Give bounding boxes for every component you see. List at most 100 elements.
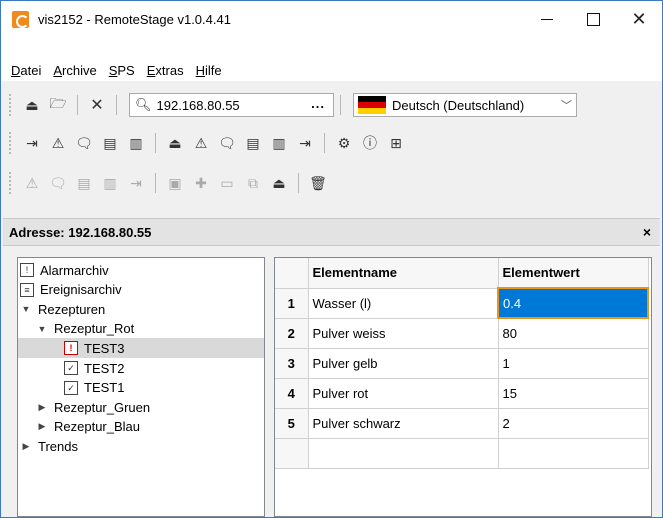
archive-tree: ! Alarmarchiv ≡ Ereignisarchiv ▼ Rezepturen ▼ R… — [17, 257, 265, 517]
tree-item-label: TEST2 — [84, 360, 125, 376]
element-name-cell[interactable]: Pulver rot — [308, 378, 499, 409]
network-icon[interactable]: ⊞ — [385, 132, 407, 154]
tree-item-label: Rezeptur_Rot — [54, 321, 135, 337]
rename-icon[interactable]: ▭ — [216, 172, 238, 194]
collapsed-icon[interactable]: ▶ — [36, 421, 48, 432]
maximize-button[interactable] — [570, 1, 616, 37]
element-value-cell[interactable]: 80 — [498, 318, 649, 349]
export-event-icon[interactable]: 🗨 — [73, 132, 95, 154]
table-row: 3 Pulver gelb 1 — [275, 348, 649, 379]
element-name-cell[interactable]: Pulver gelb — [308, 348, 499, 379]
tree-item-rezeptur-gruen[interactable]: ▶ Rezeptur_Gruen — [18, 397, 151, 417]
export-alarm-icon[interactable]: ⚠ — [47, 132, 69, 154]
tree-item-label: Alarmarchiv — [40, 262, 109, 278]
recipe-error-icon: ! — [64, 341, 78, 356]
panel-close-icon[interactable]: × — [643, 224, 651, 240]
row-number[interactable]: 2 — [275, 318, 309, 349]
row-number[interactable]: 5 — [275, 408, 309, 439]
recipe-disabled-icon[interactable]: ⇥ — [125, 172, 147, 194]
menu-item-hilfe[interactable]: Hilfe — [190, 63, 228, 78]
recipe-icon: ✓ — [64, 380, 78, 395]
copy-icon[interactable]: ⧉ — [242, 172, 264, 194]
tree-item-trends[interactable]: ▶ Trends — [18, 436, 78, 456]
export-recipe-icon[interactable]: ⇥ — [21, 132, 43, 154]
toolbar-address: ⏏ 🗁 ✕ 🔍︎ 192.168.80.55 ... Deutsch (Deut… — [1, 90, 662, 120]
expanded-icon[interactable]: ▼ — [36, 324, 48, 334]
toolbar-edit: ⚠ 🗨 ▤ ▥ ⇥ ▣ ✚ ▭ ⧉ ⏏ 🗑 — [1, 168, 662, 198]
collapsed-icon[interactable]: ▶ — [36, 402, 48, 413]
empty-cell[interactable] — [498, 438, 649, 469]
element-name-cell[interactable]: Pulver schwarz — [308, 408, 499, 439]
table-row: 2 Pulver weiss 80 — [275, 318, 649, 349]
collapsed-icon[interactable]: ▶ — [20, 441, 32, 452]
tree-item-test1[interactable]: ✓ TEST1 — [18, 378, 124, 398]
tree-item-label: TEST3 — [84, 340, 125, 356]
element-grid: Elementname Elementwert 1 Wasser (l) 0.4 2 Pul… — [274, 257, 652, 517]
info-icon[interactable]: ⓘ — [359, 132, 381, 154]
tree-item-rezepturen[interactable]: ▼ Rezepturen — [18, 299, 106, 319]
recipe-icon: ✓ — [64, 361, 78, 375]
column-header-elementname[interactable]: Elementname — [308, 258, 499, 289]
chevron-down-icon: ﹀ — [557, 97, 572, 113]
alarm-icon: ! — [20, 263, 34, 277]
menu-bar: Datei Archive SPS Extras Hilfe — [1, 59, 662, 81]
row-number[interactable]: 3 — [275, 348, 309, 379]
menu-item-archive[interactable]: Archive — [47, 63, 102, 78]
element-name-cell[interactable]: Wasser (l) — [308, 288, 499, 319]
language-select[interactable]: Deutsch (Deutschland) ﹀ — [353, 93, 577, 117]
tree-item-ereignisarchiv[interactable]: ≡ Ereignisarchiv — [18, 280, 122, 300]
menu-item-datei[interactable]: Datei — [5, 63, 47, 78]
export-log-icon[interactable]: ▤ — [99, 132, 121, 154]
upload-recipe-icon[interactable]: ⇥ — [294, 132, 316, 154]
tree-item-test2[interactable]: ✓ TEST2 — [18, 358, 124, 378]
tree-item-rezeptur-blau[interactable]: ▶ Rezeptur_Blau — [18, 417, 140, 437]
alarm-disabled-icon[interactable]: ⚠ — [21, 172, 43, 194]
element-value-cell[interactable]: 1 — [498, 348, 649, 379]
upload-alarm-icon[interactable]: ⚠ — [190, 132, 212, 154]
address-input[interactable]: 🔍︎ 192.168.80.55 ... — [129, 93, 334, 117]
row-number[interactable]: 4 — [275, 378, 309, 409]
tree-item-rezeptur-rot[interactable]: ▼ Rezeptur_Rot — [18, 319, 135, 339]
export-trend-icon[interactable]: ▥ — [125, 132, 147, 154]
splitter[interactable] — [265, 257, 274, 517]
minimize-button[interactable] — [524, 1, 570, 37]
upload-trend-icon[interactable]: ▥ — [268, 132, 290, 154]
browse-button[interactable]: ... — [311, 96, 325, 111]
tree-item-alarmarchiv[interactable]: ! Alarmarchiv — [18, 260, 109, 280]
upload-event-icon[interactable]: 🗨 — [216, 132, 238, 154]
save-icon[interactable]: ▣ — [164, 172, 186, 194]
app-icon — [12, 10, 29, 28]
upload-log-icon[interactable]: ▤ — [242, 132, 264, 154]
download-icon[interactable]: ⏏ — [268, 172, 290, 194]
open-folder-icon[interactable]: 🗁 — [47, 94, 69, 116]
expanded-icon[interactable]: ▼ — [20, 304, 32, 314]
column-header-elementwert[interactable]: Elementwert — [498, 258, 649, 289]
log-disabled-icon[interactable]: ▤ — [73, 172, 95, 194]
element-value-cell[interactable]: 15 — [498, 378, 649, 409]
event-disabled-icon[interactable]: 🗨 — [47, 172, 69, 194]
new-row[interactable] — [275, 438, 649, 469]
connect-icon[interactable]: ⏏ — [21, 94, 43, 116]
trend-disabled-icon[interactable]: ▥ — [99, 172, 121, 194]
menu-item-extras[interactable]: Extras — [141, 63, 190, 78]
close-button[interactable]: ✕ — [616, 1, 662, 37]
title-bar: vis2152 - RemoteStage v1.0.4.41 ✕ — [1, 1, 662, 37]
menu-item-sps[interactable]: SPS — [103, 63, 141, 78]
tree-item-label: Rezepturen — [38, 301, 106, 317]
tree-item-label: Rezeptur_Gruen — [54, 399, 151, 415]
upload-icon[interactable]: ⏏ — [164, 132, 186, 154]
disconnect-icon[interactable]: ✕ — [86, 94, 108, 116]
empty-cell[interactable] — [308, 438, 499, 469]
add-icon[interactable]: ✚ — [190, 172, 212, 194]
settings-icon[interactable]: ⚙ — [333, 132, 355, 154]
german-flag-icon — [358, 96, 386, 114]
element-value-cell[interactable]: 0.4 — [497, 287, 649, 319]
row-header-corner[interactable] — [275, 258, 309, 289]
empty-cell[interactable] — [275, 438, 309, 469]
table-row: 5 Pulver schwarz 2 — [275, 408, 649, 439]
element-name-cell[interactable]: Pulver weiss — [308, 318, 499, 349]
delete-icon[interactable]: 🗑 — [307, 172, 329, 194]
row-number[interactable]: 1 — [275, 288, 309, 319]
tree-item-test3[interactable]: ! TEST3 — [18, 338, 264, 359]
element-value-cell[interactable]: 2 — [498, 408, 649, 439]
